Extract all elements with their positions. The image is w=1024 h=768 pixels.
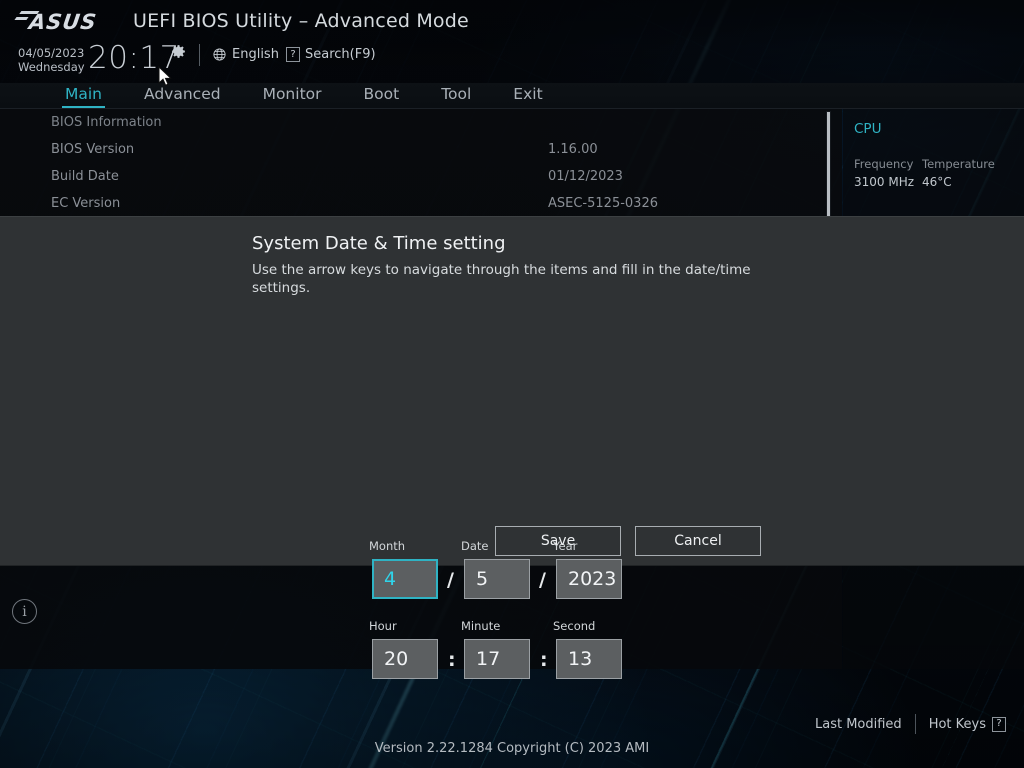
minute-input[interactable]: 17 <box>464 639 530 679</box>
logo-slash-2 <box>14 17 28 20</box>
nav-tabs: Main Advanced Monitor Boot Tool Exit <box>44 83 564 109</box>
row-value: ASEC-5125-0326 <box>548 196 658 211</box>
search-label: Search(F9) <box>305 47 376 62</box>
minute-label: Minute <box>461 619 500 633</box>
second-label: Second <box>553 619 595 633</box>
tab-main[interactable]: Main <box>44 83 123 109</box>
info-icon[interactable]: i <box>12 599 37 624</box>
header-divider <box>199 44 200 66</box>
version-text: Version 2.22.1284 Copyright (C) 2023 AMI <box>0 741 1024 756</box>
hour-input[interactable]: 20 <box>372 639 438 679</box>
footer-divider <box>915 714 916 734</box>
asus-logo: ASUS <box>15 9 111 35</box>
month-input[interactable]: 4 <box>372 559 438 599</box>
hot-keys-button[interactable]: Hot Keys ? <box>929 717 1006 732</box>
date-text: 04/05/2023 <box>18 47 85 61</box>
content-scrollbar-thumb[interactable] <box>827 112 830 218</box>
tab-boot[interactable]: Boot <box>343 83 421 109</box>
row-label: BIOS Version <box>51 142 134 157</box>
date-label: Date <box>461 539 489 553</box>
tab-monitor[interactable]: Monitor <box>242 83 343 109</box>
hw-value-frequency: 3100 MHz <box>854 175 922 189</box>
hw-metrics-grid: Frequency Temperature 3100 MHz 46°C <box>854 157 1014 189</box>
footer-actions: Last Modified Hot Keys ? <box>815 714 1006 734</box>
save-button[interactable]: Save <box>495 526 621 556</box>
second-input[interactable]: 13 <box>556 639 622 679</box>
hw-section-cpu: CPU <box>854 121 881 137</box>
time-separator-2: : <box>540 649 548 671</box>
last-modified-button[interactable]: Last Modified <box>815 717 902 732</box>
row-label: EC Version <box>51 196 120 211</box>
row-label: BIOS Information <box>51 115 162 130</box>
list-item: BIOS Information <box>0 109 842 136</box>
list-item[interactable]: Build Date 01/12/2023 <box>0 163 842 190</box>
gear-icon[interactable] <box>170 43 187 60</box>
date-separator-2: / <box>539 569 546 591</box>
dialog-fields: Month 4 / Date 5 / Year 2023 Hour 20 : M… <box>0 217 1024 565</box>
date-separator-1: / <box>447 569 454 591</box>
nav-bar: Main Advanced Monitor Boot Tool Exit <box>0 83 1024 109</box>
hw-key-frequency: Frequency <box>854 157 922 171</box>
hot-keys-label: Hot Keys <box>929 717 986 732</box>
tab-exit[interactable]: Exit <box>492 83 563 109</box>
time-separator-1: : <box>448 649 456 671</box>
header-bar: ASUS UEFI BIOS Utility – Advanced Mode 0… <box>0 0 1024 83</box>
bios-screen: ASUS UEFI BIOS Utility – Advanced Mode 0… <box>0 0 1024 768</box>
date-time-dialog: System Date & Time setting Use the arrow… <box>0 216 1024 566</box>
bios-information-list: BIOS Information BIOS Version 1.16.00 Bu… <box>0 109 842 217</box>
mouse-cursor <box>158 66 172 87</box>
tab-tool[interactable]: Tool <box>420 83 492 109</box>
date-input[interactable]: 5 <box>464 559 530 599</box>
globe-icon <box>212 47 227 62</box>
hour-label: Hour <box>369 619 397 633</box>
asus-logo-text: ASUS <box>28 10 99 34</box>
hw-key-temperature: Temperature <box>922 157 1014 171</box>
row-label: Build Date <box>51 169 119 184</box>
weekday-text: Wednesday <box>18 61 85 75</box>
list-item[interactable]: BIOS Version 1.16.00 <box>0 136 842 163</box>
row-value: 01/12/2023 <box>548 169 623 184</box>
year-input[interactable]: 2023 <box>556 559 622 599</box>
month-label: Month <box>369 539 405 553</box>
search-key-badge: ? <box>286 47 300 62</box>
row-value: 1.16.00 <box>548 142 598 157</box>
tab-advanced[interactable]: Advanced <box>123 83 242 109</box>
hot-keys-badge: ? <box>992 717 1006 732</box>
search-button[interactable]: ? Search(F9) <box>286 47 376 62</box>
list-item[interactable]: EC Version ASEC-5125-0326 <box>0 190 842 217</box>
cancel-button[interactable]: Cancel <box>635 526 761 556</box>
logo-slash-1 <box>19 11 39 14</box>
hw-value-temperature: 46°C <box>922 175 1014 189</box>
language-selector[interactable]: English <box>212 47 279 62</box>
language-label: English <box>232 47 279 62</box>
system-date-display: 04/05/2023 Wednesday <box>18 47 85 74</box>
page-title: UEFI BIOS Utility – Advanced Mode <box>133 10 469 32</box>
